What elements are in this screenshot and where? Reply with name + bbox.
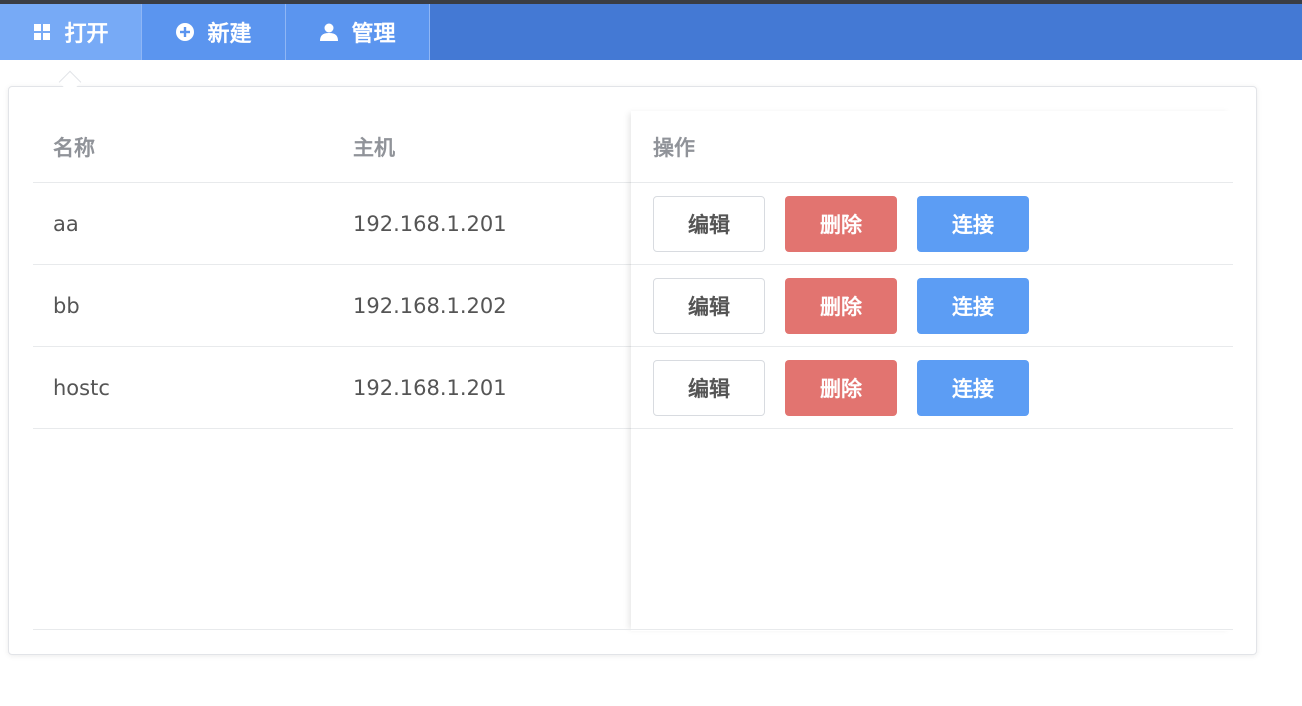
row-host: 192.168.1.202 bbox=[353, 293, 507, 318]
row-name: aa bbox=[53, 211, 79, 236]
connect-button[interactable]: 连接 bbox=[917, 195, 1029, 252]
delete-button[interactable]: 删除 bbox=[785, 277, 897, 334]
header-name: 名称 bbox=[53, 135, 95, 160]
row-actions: 编辑 删除 连接 bbox=[653, 347, 1049, 428]
nav-open-button[interactable]: 打开 bbox=[0, 4, 142, 60]
plus-circle-icon bbox=[175, 22, 195, 42]
edit-button[interactable]: 编辑 bbox=[653, 359, 765, 416]
table-bottom-border bbox=[33, 629, 1233, 630]
top-nav-bar: 打开 新建 管理 bbox=[0, 4, 1302, 60]
connect-button[interactable]: 连接 bbox=[917, 277, 1029, 334]
user-icon bbox=[319, 22, 339, 42]
host-table: 名称 主机 操作 aa 192.168.1.201 编辑 删除 连接 bb 19… bbox=[33, 111, 1233, 631]
grid-icon bbox=[32, 22, 52, 42]
table-row: bb 192.168.1.202 编辑 删除 连接 bbox=[33, 265, 1233, 347]
delete-button[interactable]: 删除 bbox=[785, 359, 897, 416]
edit-button[interactable]: 编辑 bbox=[653, 277, 765, 334]
table-header: 名称 主机 操作 bbox=[33, 111, 1233, 183]
delete-button[interactable]: 删除 bbox=[785, 195, 897, 252]
edit-button[interactable]: 编辑 bbox=[653, 195, 765, 252]
connect-button[interactable]: 连接 bbox=[917, 359, 1029, 416]
row-actions: 编辑 删除 连接 bbox=[653, 265, 1049, 346]
nav-open-label: 打开 bbox=[64, 22, 109, 47]
nav-new-button[interactable]: 新建 bbox=[142, 4, 286, 60]
row-host: 192.168.1.201 bbox=[353, 211, 507, 236]
header-ops: 操作 bbox=[653, 135, 695, 160]
host-list-dropdown: 名称 主机 操作 aa 192.168.1.201 编辑 删除 连接 bb 19… bbox=[8, 86, 1257, 655]
nav-manage-button[interactable]: 管理 bbox=[286, 4, 430, 60]
nav-manage-label: 管理 bbox=[351, 22, 396, 47]
row-name: hostc bbox=[53, 375, 110, 400]
table-row: hostc 192.168.1.201 编辑 删除 连接 bbox=[33, 347, 1233, 429]
row-host: 192.168.1.201 bbox=[353, 375, 507, 400]
row-actions: 编辑 删除 连接 bbox=[653, 183, 1049, 264]
nav-new-label: 新建 bbox=[207, 22, 252, 47]
row-name: bb bbox=[53, 293, 80, 318]
table-row: aa 192.168.1.201 编辑 删除 连接 bbox=[33, 183, 1233, 265]
header-host: 主机 bbox=[353, 135, 395, 160]
